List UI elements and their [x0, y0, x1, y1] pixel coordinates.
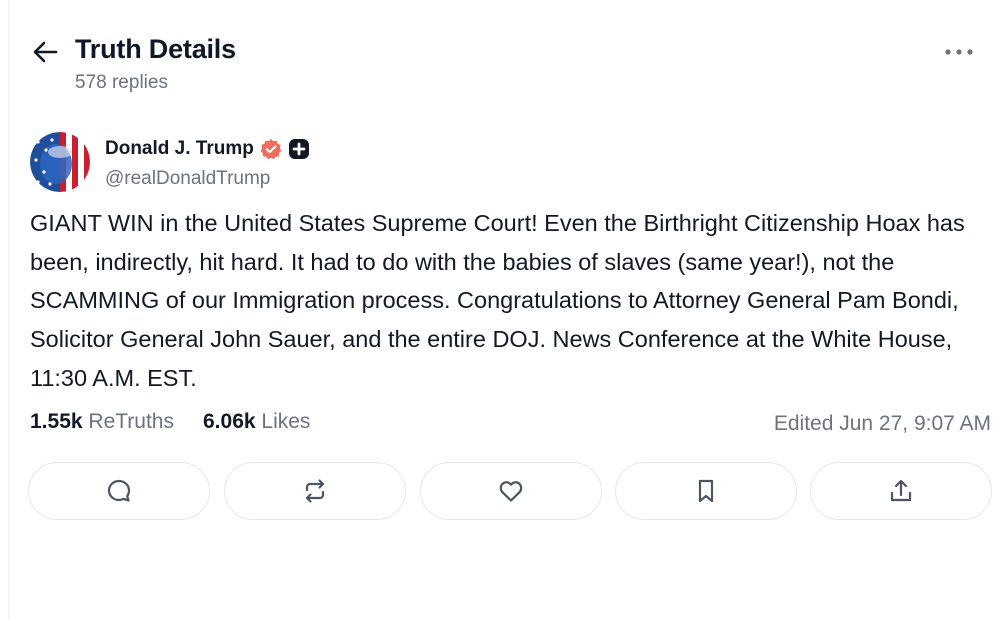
author-name[interactable]: Donald J. Trump [105, 138, 254, 160]
ellipsis-icon [945, 49, 973, 55]
plus-badge-icon [288, 138, 310, 160]
bookmark-icon [698, 479, 714, 503]
avatar[interactable] [30, 132, 90, 192]
share-icon [890, 479, 912, 502]
page-title: Truth Details [75, 34, 236, 64]
retruths-stat[interactable]: 1.55k ReTruths [30, 410, 174, 434]
page-divider [8, 0, 9, 620]
post-actions [28, 462, 993, 522]
author-handle[interactable]: @realDonaldTrump [105, 168, 270, 190]
likes-stat[interactable]: 6.06k Likes [203, 410, 310, 434]
page-header: Truth Details 578 replies [30, 30, 976, 100]
retruths-label: ReTruths [88, 410, 174, 433]
edited-timestamp: Edited Jun 27, 9:07 AM [773, 412, 991, 435]
post-author: Donald J. Trump @realDonaldTrump [30, 132, 530, 194]
repost-icon [305, 479, 325, 503]
likes-label: Likes [261, 410, 311, 433]
post-stats: 1.55k ReTruths 6.06k Likes Edited Jun 27… [30, 410, 991, 440]
share-button[interactable] [810, 462, 992, 520]
arrow-left-icon [33, 41, 58, 63]
back-button[interactable] [30, 36, 62, 68]
comment-icon [107, 479, 131, 502]
retruth-button[interactable] [224, 462, 406, 520]
bookmark-button[interactable] [615, 462, 797, 520]
heart-icon [499, 481, 523, 502]
retruths-count: 1.55k [30, 410, 83, 433]
verified-badge-icon [260, 138, 282, 160]
likes-count: 6.06k [203, 410, 256, 433]
more-options-button[interactable] [942, 42, 976, 62]
replies-count: 578 replies [75, 72, 168, 93]
like-button[interactable] [420, 462, 602, 520]
post-body: GIANT WIN in the United States Supreme C… [30, 210, 965, 391]
author-name-row: Donald J. Trump [105, 136, 310, 162]
reply-button[interactable] [28, 462, 210, 520]
